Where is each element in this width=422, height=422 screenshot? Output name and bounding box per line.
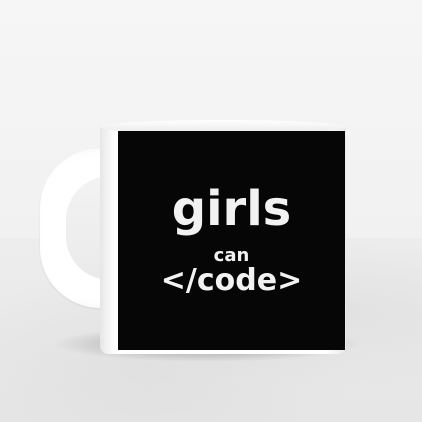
- print-text-code-tag: </code>: [160, 263, 303, 298]
- print-text-girls: girls: [171, 181, 292, 237]
- mug-print-area: girls can </code>: [118, 131, 345, 350]
- product-photo-scene: girls can </code>: [0, 0, 422, 422]
